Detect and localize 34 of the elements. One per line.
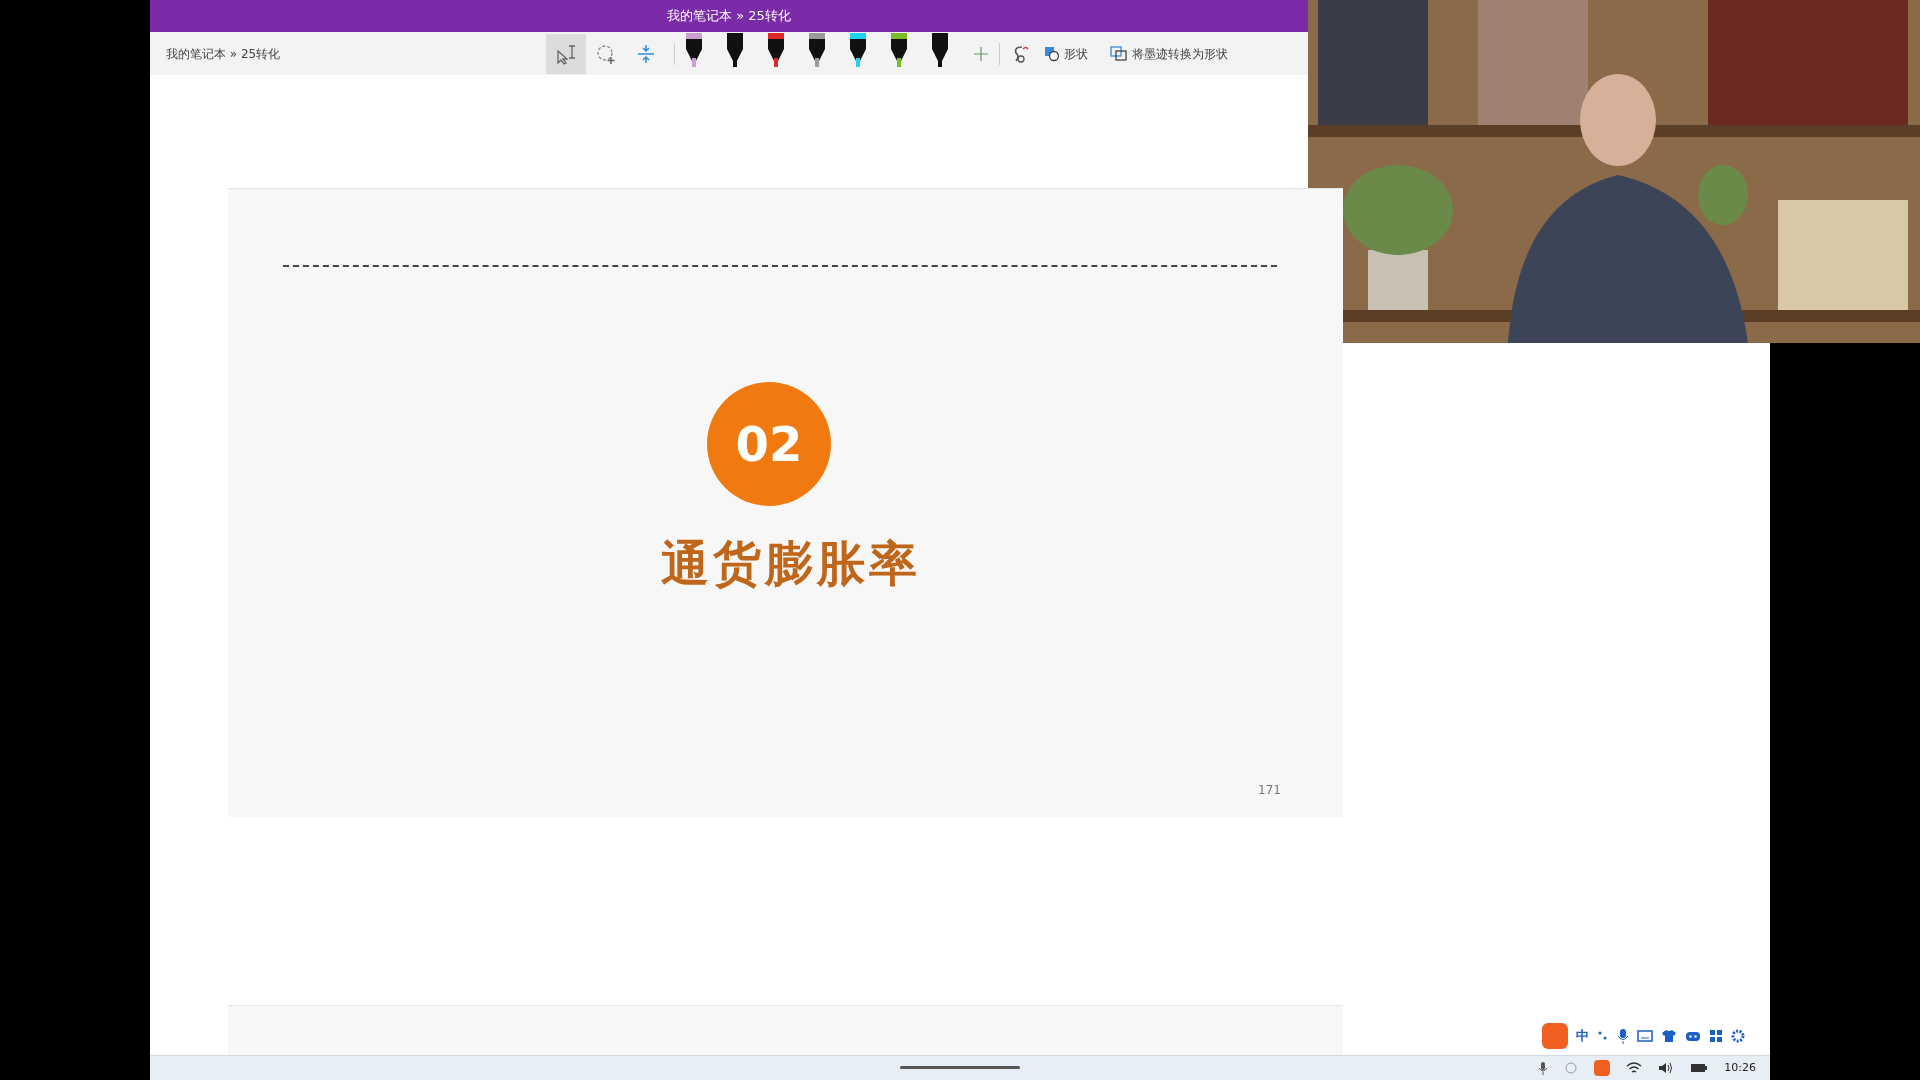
keyboard-icon[interactable] [1637,1029,1653,1043]
insert-space-icon [635,42,657,65]
shapes-button[interactable]: 形状 [1044,44,1088,63]
pen-icon[interactable] [806,32,828,67]
tool-button[interactable] [546,33,586,74]
ime-logo-icon [1542,1023,1568,1049]
ink-to-shape-button[interactable]: 将墨迹转换为形状 [1110,44,1228,63]
pen-icon[interactable] [683,32,705,67]
pen-icon[interactable] [847,32,869,67]
breadcrumb: 我的笔记本 » 25转化 [166,45,282,63]
clock[interactable]: 10:26 [1724,1059,1756,1077]
slide-title: 通货膨胀率 [660,534,921,593]
settings-icon[interactable] [1731,1029,1745,1043]
ime-mode[interactable]: 中 [1576,1026,1589,1046]
window-title: 我的笔记本 » 25转化 [667,7,791,26]
microphone-icon[interactable] [1538,1061,1549,1075]
speaker-icon[interactable] [1658,1061,1675,1075]
pen-icon[interactable] [929,32,951,67]
shirt-icon[interactable] [1661,1029,1677,1043]
shapes-icon [1044,45,1060,62]
pen-icon[interactable] [724,32,746,67]
microphone-icon[interactable] [1617,1028,1629,1044]
robot-icon[interactable] [1685,1029,1701,1043]
battery-icon[interactable] [1690,1062,1709,1074]
section-number: 02 [735,415,803,474]
lasso-icon [595,42,617,65]
pen-icon[interactable] [765,32,787,67]
wifi-icon[interactable] [1626,1061,1643,1075]
pen-icon[interactable] [888,32,910,67]
cursor-text-icon [555,42,577,65]
page-number: 171 [1258,782,1281,799]
convert-icon [1110,45,1128,62]
ime-logo-icon[interactable] [1594,1060,1611,1076]
grid-icon[interactable] [1709,1029,1723,1043]
